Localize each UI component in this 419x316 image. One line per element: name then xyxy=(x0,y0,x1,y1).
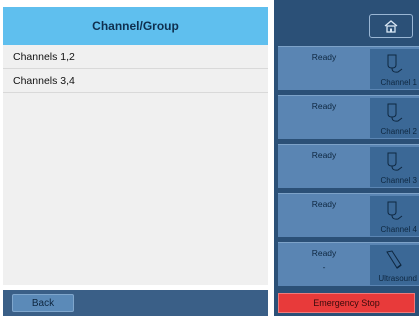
list-item[interactable]: Channels 1,2 xyxy=(3,45,268,69)
channel-4-button[interactable]: Channel 4 xyxy=(370,196,419,236)
channel-group-header: Channel/Group xyxy=(3,7,268,45)
left-footer: Back xyxy=(3,290,268,316)
channel-status-text: Ready xyxy=(311,248,337,258)
channel-3-button[interactable]: Channel 3 xyxy=(370,147,419,187)
emergency-stop-button[interactable]: Emergency Stop xyxy=(278,293,415,313)
channel-1-status[interactable]: Ready Channel 1 xyxy=(278,46,419,90)
probe-icon xyxy=(387,54,403,73)
channel-status-text: Ready xyxy=(311,150,337,160)
channel-2-status[interactable]: Ready Channel 2 xyxy=(278,95,419,139)
channel-sidebar: Ready Channel 1 Ready Channel 2 Ready Ch… xyxy=(274,0,419,316)
channel-label: Channel 4 xyxy=(380,225,417,234)
list-item[interactable]: Channels 3,4 xyxy=(3,69,268,93)
channel-list: Ready Channel 1 Ready Channel 2 Ready Ch… xyxy=(278,46,419,291)
probe-icon xyxy=(387,152,403,171)
channel-status-text: Ready xyxy=(311,52,337,62)
ultrasound-status[interactable]: Ready - Ultrasound xyxy=(278,242,419,286)
channel-2-button[interactable]: Channel 2 xyxy=(370,98,419,138)
channel-status-text: Ready xyxy=(311,199,337,209)
channel-1-button[interactable]: Channel 1 xyxy=(370,49,419,89)
channel-label: Channel 3 xyxy=(380,176,417,185)
ultrasound-button[interactable]: Ultrasound xyxy=(370,245,419,285)
home-icon xyxy=(384,20,398,33)
channel-3-status[interactable]: Ready Channel 3 xyxy=(278,144,419,188)
probe-icon xyxy=(387,103,403,122)
channel-label: Ultrasound xyxy=(378,274,417,283)
probe-icon xyxy=(387,201,403,220)
channel-label: Channel 2 xyxy=(380,127,417,136)
channel-4-status[interactable]: Ready Channel 4 xyxy=(278,193,419,237)
ultrasound-probe-icon xyxy=(386,250,402,269)
home-button[interactable] xyxy=(369,14,413,38)
back-button[interactable]: Back xyxy=(12,294,74,312)
channel-group-list: Channels 1,2 Channels 3,4 xyxy=(3,45,268,285)
channel-group-panel: Channel/Group Channels 1,2 Channels 3,4 … xyxy=(0,0,274,316)
channel-status-text: Ready xyxy=(311,101,337,111)
channel-status-sub: - xyxy=(322,262,326,272)
channel-label: Channel 1 xyxy=(380,78,417,87)
